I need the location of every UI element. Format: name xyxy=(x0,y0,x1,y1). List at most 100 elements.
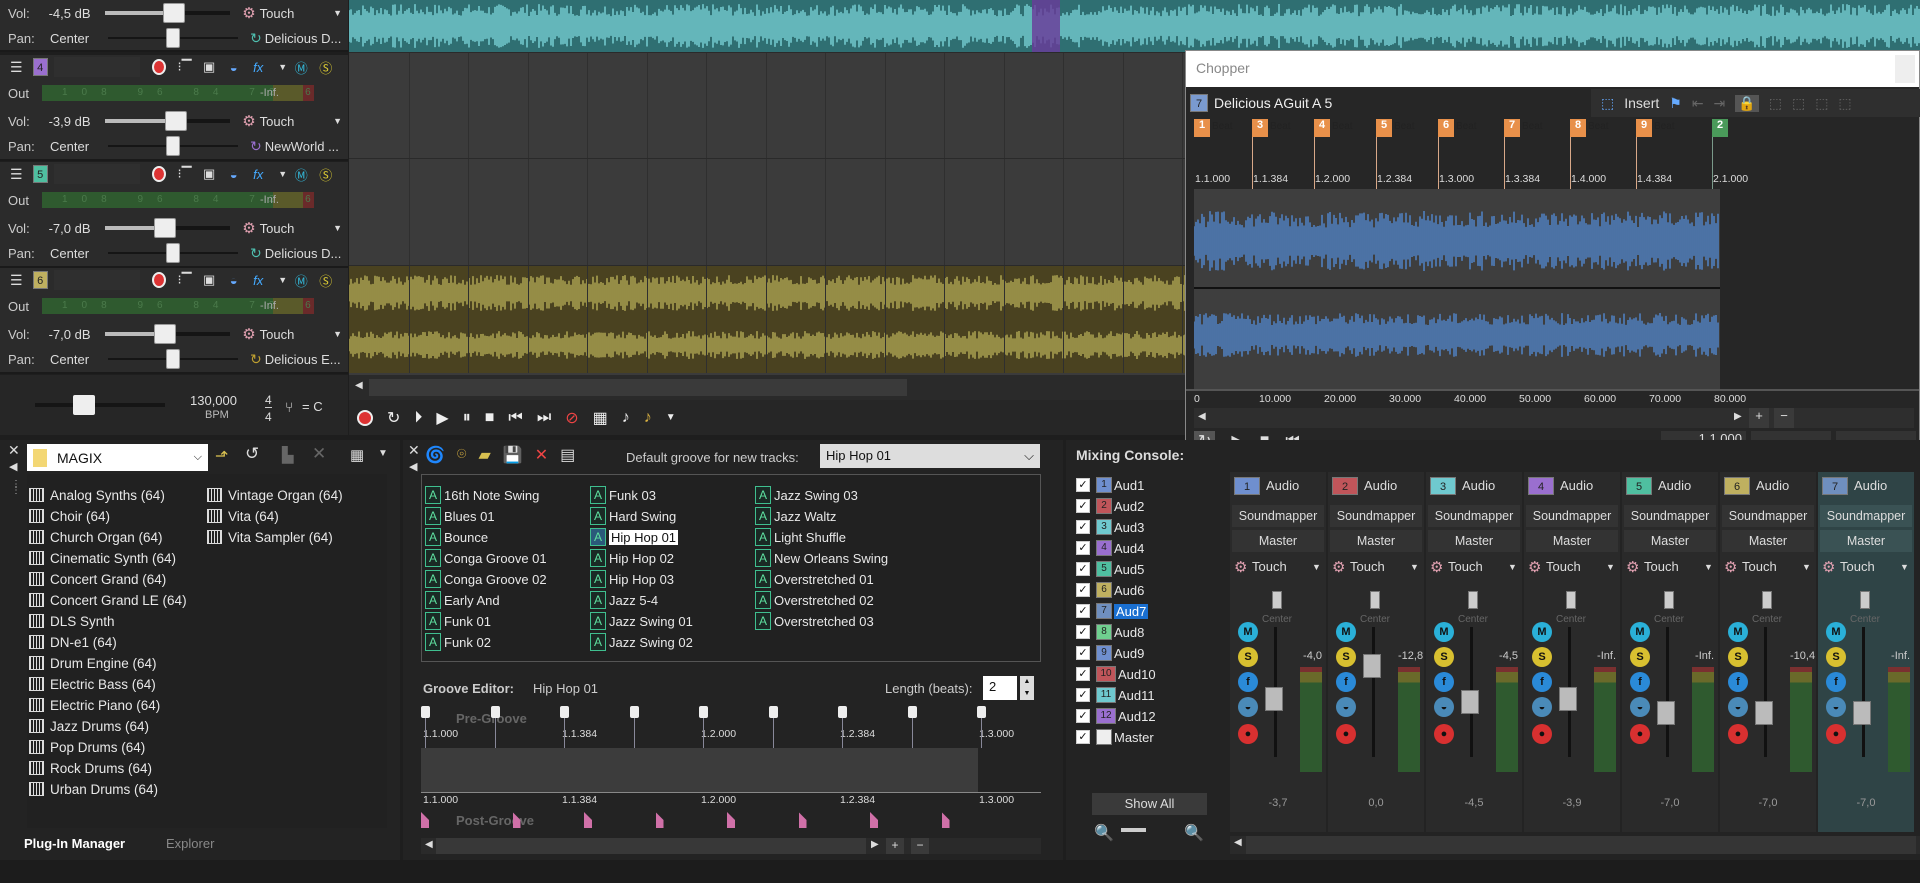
groove-item[interactable]: A Funk 02 xyxy=(425,632,491,652)
automation-dropdown-icon[interactable]: ▼ xyxy=(333,223,342,233)
groove-item[interactable]: A Funk 01 xyxy=(425,611,491,631)
output-button[interactable]: Master xyxy=(1526,530,1618,552)
track-name-field[interactable] xyxy=(53,270,141,290)
pan-knob[interactable] xyxy=(1860,591,1870,609)
automation-dropdown-icon[interactable]: ▼ xyxy=(1606,562,1615,572)
pan-slider[interactable] xyxy=(108,28,238,48)
record-arm-button[interactable] xyxy=(152,272,167,288)
record-arm-button[interactable]: ● xyxy=(1434,724,1454,744)
metronome-settings-button[interactable]: ♪ xyxy=(644,409,652,427)
mixer-track-item[interactable]: ✓ 9 Aud9 xyxy=(1076,643,1144,663)
pan-knob[interactable] xyxy=(1762,591,1772,609)
beat-marker[interactable]: 1 xyxy=(1194,119,1210,137)
automation-button[interactable]: ⁝▔ xyxy=(176,270,193,290)
track-collapse-icon[interactable]: ☰ xyxy=(8,164,25,184)
fx-button[interactable]: f xyxy=(1336,672,1356,692)
groove-item[interactable]: A Bounce xyxy=(425,527,488,547)
mixer-track-item[interactable]: ✓ 3 Aud3 xyxy=(1076,517,1144,537)
record-arm-button[interactable]: ● xyxy=(1238,724,1258,744)
mute-button[interactable]: M xyxy=(1728,622,1748,642)
pre-groove-marker[interactable] xyxy=(560,706,569,718)
beat-marker[interactable]: 2 xyxy=(1712,119,1728,137)
automation-mode[interactable]: Touch xyxy=(260,221,333,236)
pre-groove-marker[interactable] xyxy=(629,706,639,718)
pre-groove-marker[interactable] xyxy=(699,706,708,718)
halve-selection-button[interactable]: ⬚ xyxy=(1769,95,1782,112)
record-arm-button[interactable]: ● xyxy=(1532,724,1552,744)
zoom-out-icon[interactable]: 🔍 xyxy=(1094,823,1114,843)
automation-mode[interactable]: Touch xyxy=(260,114,333,129)
delete-button[interactable]: ✕ xyxy=(312,444,326,464)
post-groove-marker[interactable] xyxy=(655,812,664,828)
tempo-bpm[interactable]: 130,000 xyxy=(190,393,237,408)
pan-knob[interactable] xyxy=(166,243,180,263)
post-groove-marker[interactable] xyxy=(421,812,429,828)
phase-button[interactable]: ◒ xyxy=(1630,697,1650,717)
fx-button[interactable]: f xyxy=(1238,672,1258,692)
plugin-item[interactable]: DLS Synth xyxy=(29,611,115,631)
track-collapse-icon[interactable]: ☰ xyxy=(8,270,25,290)
groove-item[interactable]: A Blues 01 xyxy=(425,506,495,526)
send-button[interactable]: Soundmapper xyxy=(1526,505,1618,527)
record-arm-button[interactable]: ● xyxy=(1336,724,1356,744)
groove-item[interactable]: A Conga Groove 01 xyxy=(425,548,547,568)
pan-knob[interactable] xyxy=(166,349,180,369)
groove-item[interactable]: A Jazz Swing 01 xyxy=(590,611,693,631)
groove-item[interactable]: A Overstretched 03 xyxy=(755,611,874,631)
volume-slider[interactable] xyxy=(104,324,231,344)
checkbox[interactable]: ✓ xyxy=(1076,604,1090,618)
automation-mode[interactable]: Touch xyxy=(1644,559,1679,574)
mute-button[interactable]: M xyxy=(1532,622,1552,642)
groove-scrollbar[interactable]: ◀ ▶ + − xyxy=(421,838,1041,854)
checkbox[interactable]: ✓ xyxy=(1076,709,1090,723)
volume-knob[interactable] xyxy=(153,324,176,344)
pre-groove-marker[interactable] xyxy=(907,706,917,718)
mixer-track-item[interactable]: ✓ 12 Aud12 xyxy=(1076,706,1156,726)
close-icon[interactable]: ✕ xyxy=(408,442,420,459)
shift-left-button[interactable]: ⬚ xyxy=(1815,95,1828,112)
track-name-field[interactable] xyxy=(53,164,141,184)
automation-mode[interactable]: Touch xyxy=(1840,559,1875,574)
pre-groove-marker[interactable] xyxy=(421,706,430,718)
phase-button[interactable]: ◒ xyxy=(225,57,242,77)
groove-item[interactable]: A Overstretched 02 xyxy=(755,590,874,610)
volume-fader[interactable] xyxy=(1853,700,1871,725)
plugin-item[interactable]: Analog Synths (64) xyxy=(29,485,165,505)
output-button[interactable]: Master xyxy=(1722,530,1814,552)
view-dropdown-icon[interactable]: ▼ xyxy=(378,448,388,459)
automation-dropdown-icon[interactable]: ▼ xyxy=(1900,562,1909,572)
send-button[interactable]: Soundmapper xyxy=(1820,505,1912,527)
mute-button[interactable]: M xyxy=(1630,622,1650,642)
solo-button[interactable]: S xyxy=(1826,647,1846,667)
mixer-track-item[interactable]: ✓ 4 Aud4 xyxy=(1076,538,1144,558)
send-button[interactable]: Soundmapper xyxy=(1624,505,1716,527)
fx-dropdown-icon[interactable]: ▼ xyxy=(274,57,291,77)
checkbox[interactable]: ✓ xyxy=(1076,583,1090,597)
open-folder-button[interactable]: ▰ xyxy=(479,445,491,465)
pan-slider[interactable] xyxy=(108,349,238,369)
zoom-in-button[interactable]: + xyxy=(886,838,904,854)
beat-marker[interactable]: 6 xyxy=(1438,119,1454,137)
automation-mode[interactable]: Touch xyxy=(1546,559,1581,574)
create-groove-button[interactable]: 🌀 xyxy=(425,445,445,465)
length-input[interactable]: 2 xyxy=(983,676,1017,700)
refresh-button[interactable]: ↺ xyxy=(245,444,259,464)
phase-button[interactable]: ◒ xyxy=(1434,697,1454,717)
checkbox[interactable]: ✓ xyxy=(1076,478,1090,492)
beat-marker[interactable]: 5 xyxy=(1376,119,1392,137)
groove-item[interactable]: A Jazz 5-4 xyxy=(590,590,658,610)
post-groove-marker[interactable] xyxy=(584,812,592,828)
output-button[interactable]: Master xyxy=(1624,530,1716,552)
plugin-item[interactable]: Vintage Organ (64) xyxy=(207,485,343,505)
post-groove-marker[interactable] xyxy=(798,812,807,828)
solo-button[interactable]: S xyxy=(1238,647,1258,667)
loop-button[interactable]: ↻ xyxy=(387,408,400,428)
groove-item[interactable]: A Conga Groove 02 xyxy=(425,569,547,589)
play-button[interactable]: ▶ xyxy=(436,408,448,428)
length-stepper[interactable]: ▲ ▼ xyxy=(1020,676,1034,700)
groove-item[interactable]: A Jazz Swing 02 xyxy=(590,632,693,652)
mute-button[interactable]: Ⓜ xyxy=(293,164,310,184)
output-button[interactable]: Master xyxy=(1330,530,1422,552)
default-groove-dropdown[interactable]: Hip Hop 01 ⌵ xyxy=(820,444,1040,468)
mute-button[interactable]: M xyxy=(1434,622,1454,642)
